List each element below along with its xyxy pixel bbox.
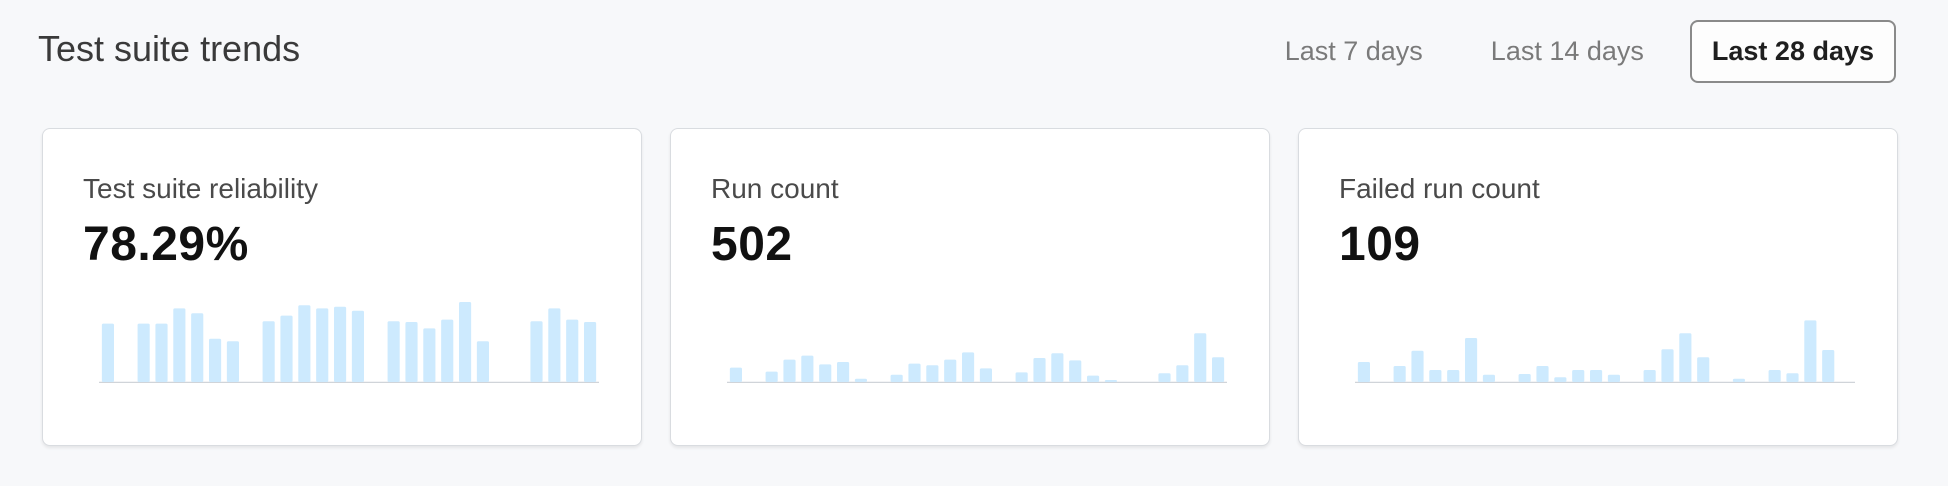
sparkline-bar <box>819 364 832 382</box>
card-value: 109 <box>1339 218 1421 271</box>
sparkline-bar <box>441 319 454 382</box>
sparkline-bar <box>351 310 364 382</box>
sparkline-bar <box>155 323 168 382</box>
run-count-card: Run count 502 <box>670 128 1270 446</box>
sparkline-bar <box>1804 320 1817 382</box>
sparkline-bar <box>908 363 921 382</box>
sparkline-bar <box>1572 370 1585 382</box>
reliability-sparkline <box>99 302 599 383</box>
sparkline-bar <box>801 355 814 382</box>
sparkline-bar <box>548 308 561 382</box>
failed-run-count-card: Failed run count 109 <box>1298 128 1898 446</box>
run-count-sparkline <box>727 333 1227 383</box>
sparkline-bar <box>298 305 311 382</box>
sparkline-bar <box>209 338 222 382</box>
range-28-days-button[interactable]: Last 28 days <box>1689 20 1896 83</box>
sparkline-bar <box>530 321 543 382</box>
sparkline-bar <box>1176 365 1189 382</box>
sparkline-bar <box>280 315 293 382</box>
sparkline-bar <box>1069 360 1082 382</box>
range-7-days-button[interactable]: Last 7 days <box>1263 20 1445 83</box>
sparkline-bar <box>226 341 239 382</box>
sparkline-bar <box>423 328 436 382</box>
sparkline-bar <box>1465 338 1478 382</box>
page-title: Test suite trends <box>38 28 301 69</box>
sparkline-bar <box>1822 350 1835 382</box>
sparkline-bar <box>765 371 778 382</box>
sparkline-bar <box>191 313 204 382</box>
card-value: 502 <box>711 218 793 271</box>
sparkline-bar <box>1194 333 1207 382</box>
sparkline-bar <box>387 321 400 382</box>
sparkline-bar <box>1087 375 1100 382</box>
sparkline-bar <box>890 374 903 382</box>
sparkline-bar <box>584 322 597 382</box>
sparkline-bar <box>405 322 418 382</box>
sparkline-bar <box>1679 333 1692 382</box>
sparkline-bar <box>1786 373 1799 382</box>
sparkline-bar <box>1357 362 1370 382</box>
date-range-selector: Last 7 days Last 14 days Last 28 days <box>1239 20 1896 83</box>
sparkline-bar <box>459 302 472 382</box>
sparkline-bar <box>926 365 939 382</box>
sparkline-bar <box>316 308 329 382</box>
sparkline-bar <box>1393 366 1406 382</box>
range-14-days-button[interactable]: Last 14 days <box>1469 20 1666 83</box>
sparkline-bar <box>1015 372 1028 382</box>
sparkline-bar <box>101 323 114 382</box>
sparkline-bar <box>979 368 992 382</box>
sparkline-bar <box>262 321 275 382</box>
sparkline-bar <box>1643 370 1656 382</box>
reliability-card: Test suite reliability 78.29% <box>42 128 642 446</box>
sparkline-bar <box>944 359 957 382</box>
sparkline-bar <box>1661 349 1674 382</box>
sparkline-bar <box>1447 370 1460 382</box>
sparkline-bar <box>334 306 347 382</box>
sparkline-bar <box>962 352 975 382</box>
sparkline-bar <box>1411 350 1424 382</box>
sparkline-bar <box>783 359 796 382</box>
card-label: Test suite reliability <box>83 173 318 204</box>
sparkline-bar <box>566 319 579 382</box>
card-label: Failed run count <box>1339 173 1540 204</box>
sparkline-bar <box>1518 374 1531 382</box>
sparkline-bar <box>1768 370 1781 382</box>
sparkline-bar <box>1429 370 1442 382</box>
sparkline-bar <box>1158 373 1171 382</box>
sparkline-bar <box>854 378 867 382</box>
card-value: 78.29% <box>83 218 249 271</box>
failed-run-count-sparkline <box>1355 320 1855 383</box>
sparkline-bar <box>1607 374 1620 382</box>
sparkline-bar <box>1590 370 1603 382</box>
sparkline-bar <box>476 341 489 382</box>
sparkline-bar <box>1212 357 1225 382</box>
sparkline-bar <box>1732 378 1745 382</box>
sparkline-bar <box>1554 377 1567 382</box>
sparkline-bar <box>137 323 150 382</box>
sparkline-bar <box>1051 353 1064 382</box>
sparkline-bar <box>1536 366 1549 382</box>
sparkline-bar <box>1033 358 1046 382</box>
sparkline-bar <box>837 362 850 382</box>
sparkline-bar <box>173 308 186 382</box>
sparkline-bar <box>729 367 742 382</box>
sparkline-bar <box>1104 380 1117 382</box>
metric-cards: Test suite reliability 78.29% Run count … <box>42 128 1898 446</box>
card-label: Run count <box>711 173 839 204</box>
sparkline-bar <box>1482 374 1495 382</box>
sparkline-bar <box>1697 357 1710 382</box>
